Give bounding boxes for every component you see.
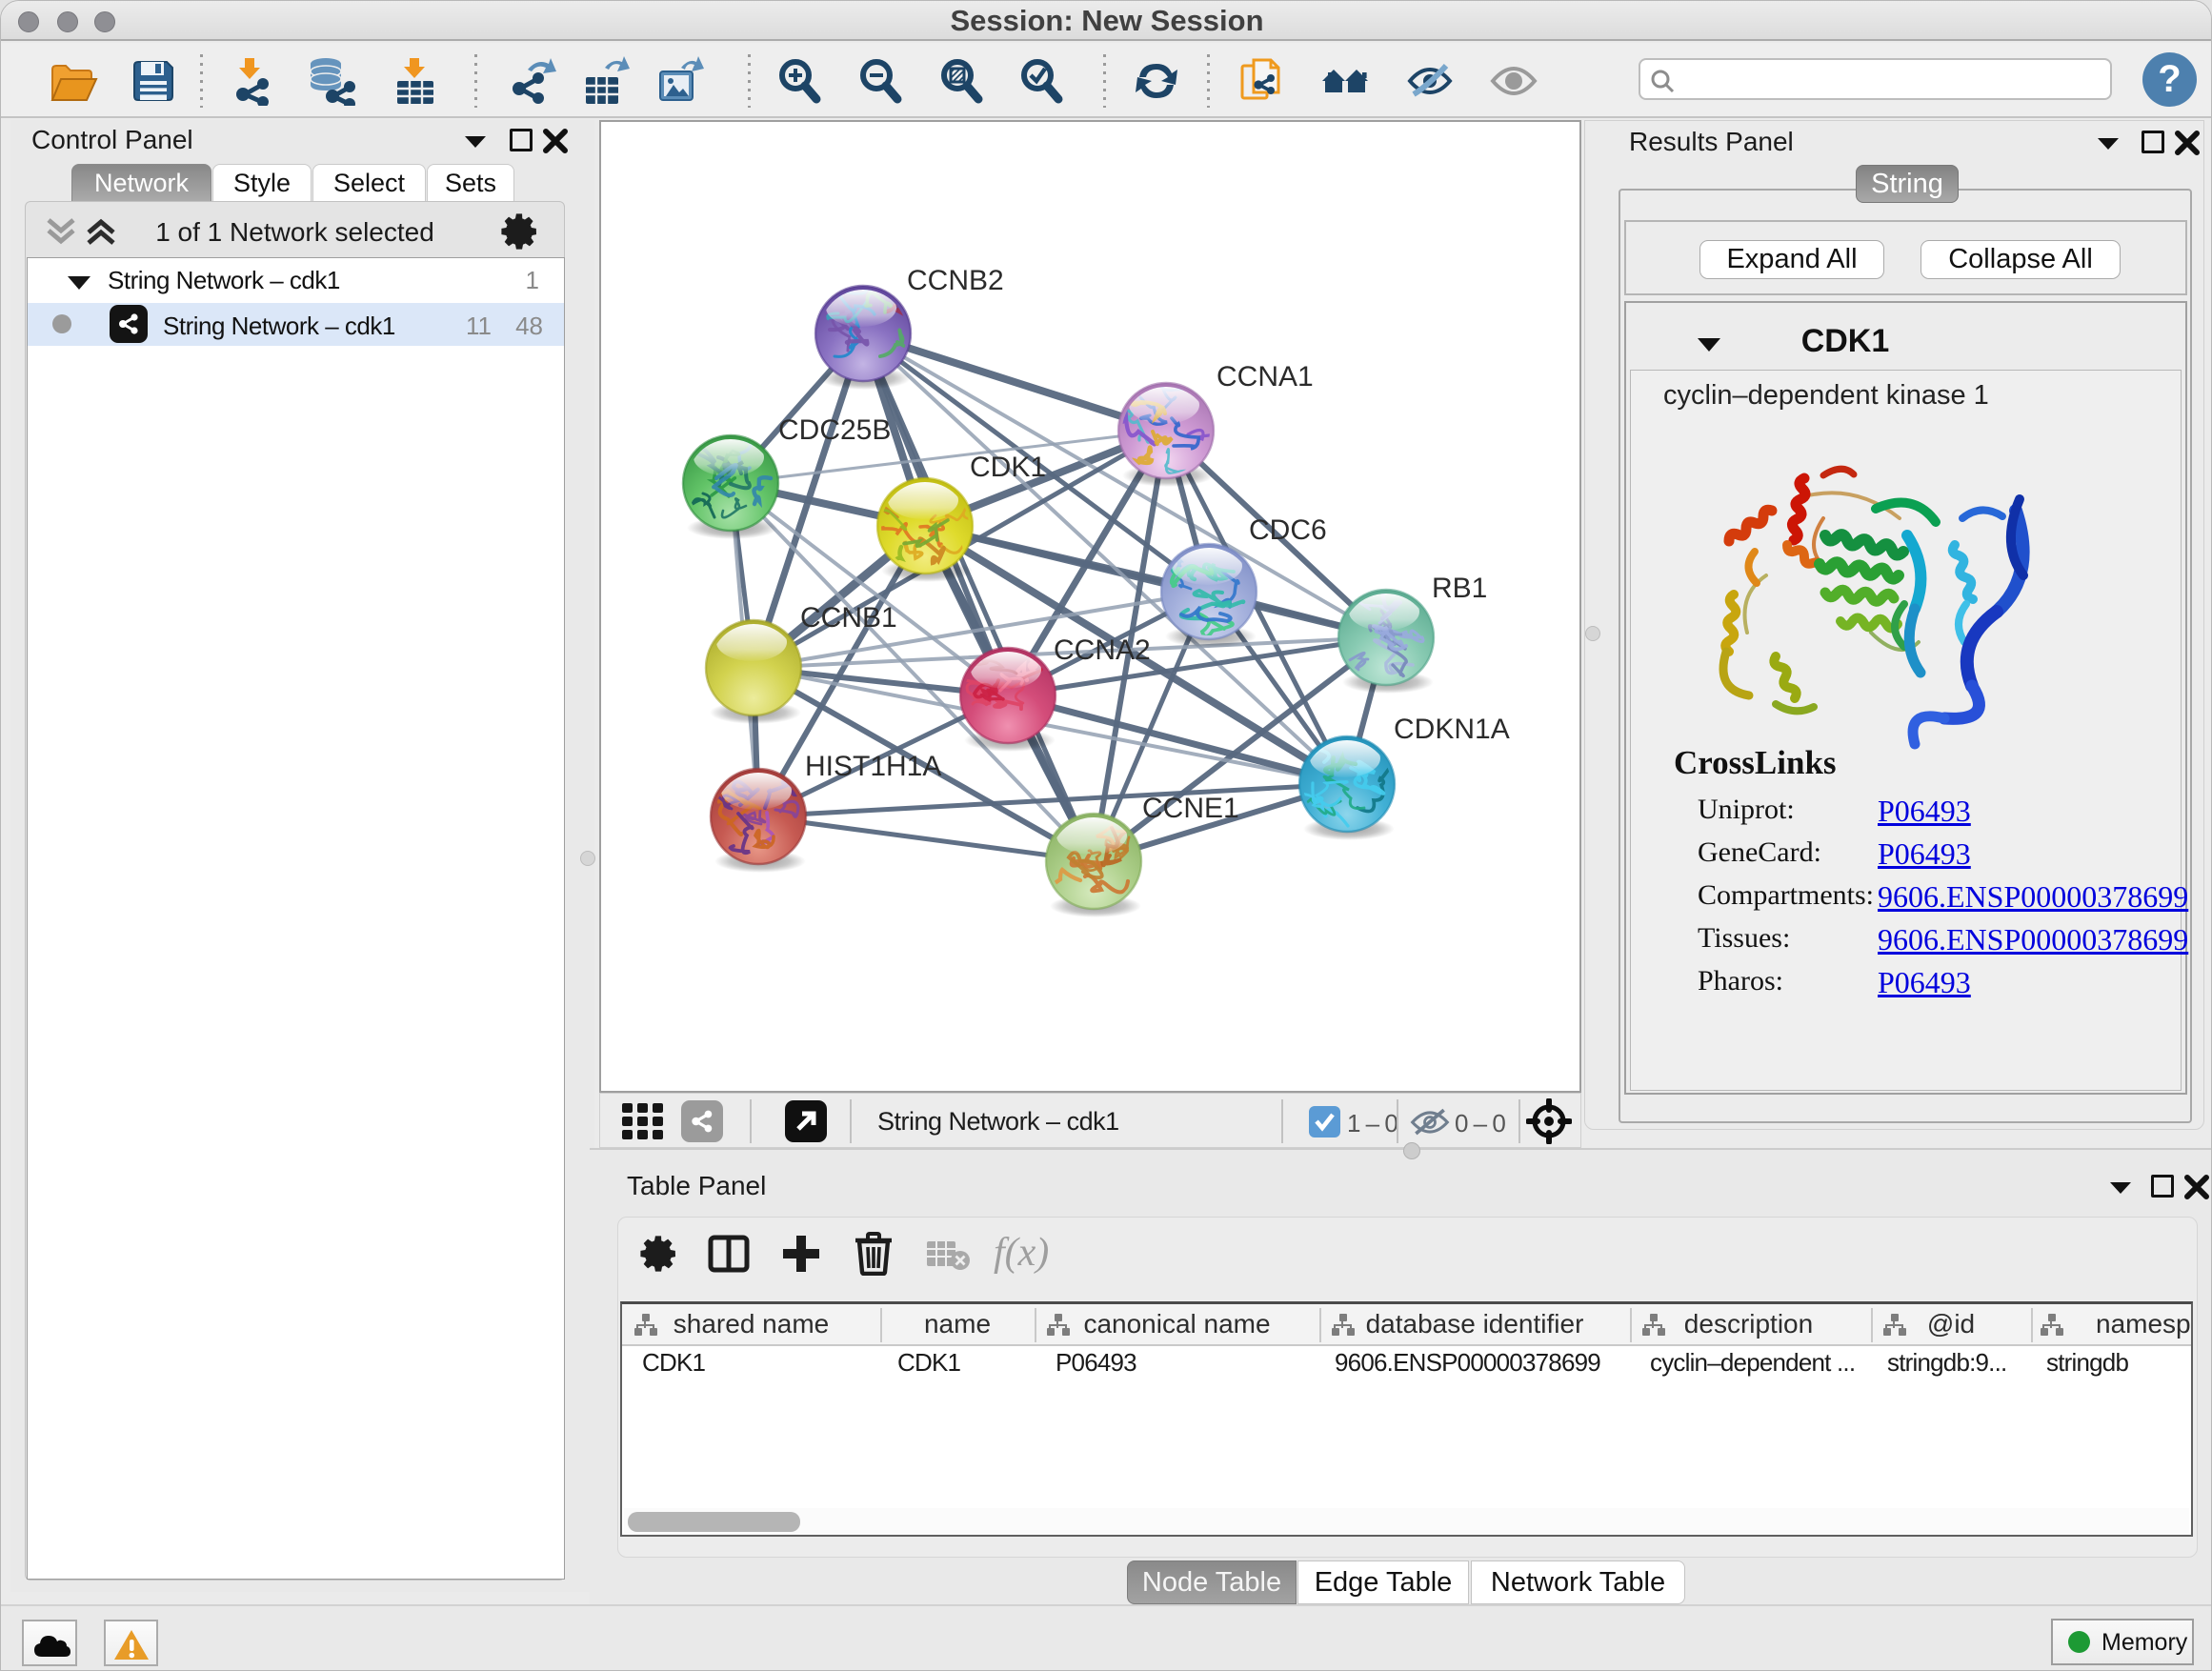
svg-text:CCNB1: CCNB1 xyxy=(800,602,897,634)
svg-text:CDC6: CDC6 xyxy=(1249,514,1327,546)
svg-text:CCNB2: CCNB2 xyxy=(907,265,1004,296)
svg-text:CCNE1: CCNE1 xyxy=(1142,793,1239,824)
svg-text:CDK1: CDK1 xyxy=(970,452,1046,483)
svg-text:CDC25B: CDC25B xyxy=(778,414,891,446)
svg-text:CDKN1A: CDKN1A xyxy=(1394,714,1510,745)
svg-text:RB1: RB1 xyxy=(1432,573,1487,604)
svg-text:CCNA2: CCNA2 xyxy=(1054,634,1151,666)
svg-text:HIST1H1A: HIST1H1A xyxy=(805,751,941,782)
svg-text:CCNA1: CCNA1 xyxy=(1217,361,1314,393)
